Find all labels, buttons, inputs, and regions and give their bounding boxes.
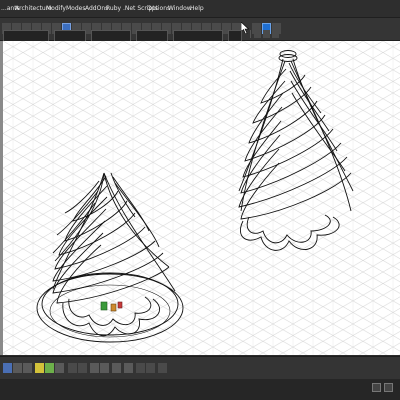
menu-item-modes[interactable]: Modes xyxy=(66,0,85,17)
bottom-toolbar xyxy=(0,356,400,379)
snap-bar-icon[interactable] xyxy=(13,363,22,373)
settings-bar-icon[interactable] xyxy=(158,363,167,373)
edit-icon[interactable] xyxy=(55,363,64,373)
status-bar xyxy=(0,379,400,400)
tool-icon[interactable] xyxy=(124,363,133,373)
drawing-viewport[interactable] xyxy=(3,41,400,355)
menu-bar: ...ants Architecture Modify Modes AddOns… xyxy=(0,0,400,18)
view-bar-icon[interactable] xyxy=(3,363,12,373)
more-icon[interactable] xyxy=(136,363,145,373)
link-icon[interactable] xyxy=(254,30,261,38)
layers-bar-icon[interactable] xyxy=(23,363,32,373)
pencil-icon[interactable] xyxy=(263,30,270,38)
palette-icon[interactable] xyxy=(112,363,121,373)
menu-item-options[interactable]: Options xyxy=(147,0,170,17)
menu-item-window[interactable]: Window xyxy=(168,0,192,17)
toolbar-divider xyxy=(250,30,251,38)
isometric-drawing xyxy=(3,41,400,355)
arrow-cursor-icon xyxy=(240,19,250,35)
menu-item-help[interactable]: Help xyxy=(190,0,204,17)
object-icon[interactable] xyxy=(100,363,109,373)
menu-item-modify[interactable]: Modify xyxy=(46,0,66,17)
menu-item-addons[interactable]: AddOns xyxy=(85,0,108,17)
scale-icon[interactable] xyxy=(146,363,155,373)
highlight-icon[interactable] xyxy=(35,363,44,373)
green-icon[interactable] xyxy=(45,363,54,373)
image-bar-icon[interactable] xyxy=(90,363,99,373)
status-icon-2[interactable] xyxy=(384,383,393,392)
box-icon[interactable] xyxy=(68,363,77,373)
status-icon-1[interactable] xyxy=(372,383,381,392)
top-toolbar xyxy=(0,18,400,42)
image-icon[interactable] xyxy=(272,30,279,38)
cylinder-icon[interactable] xyxy=(78,363,87,373)
